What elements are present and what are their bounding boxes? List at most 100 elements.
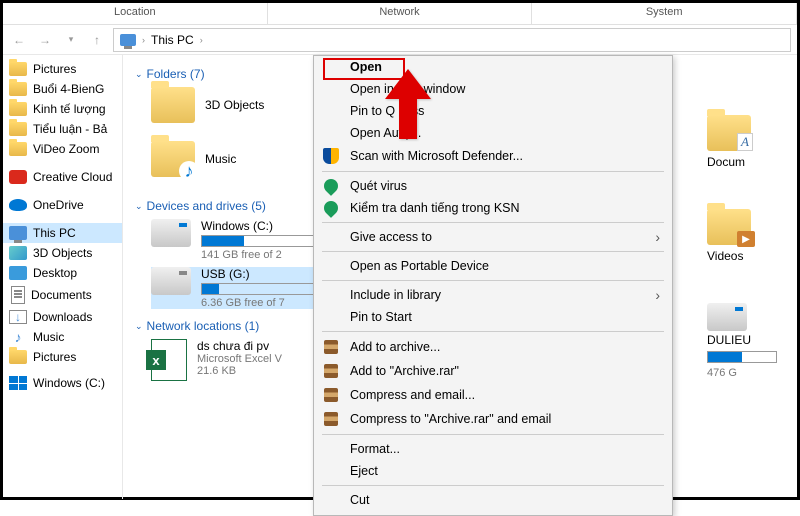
sidebar-item-desktop[interactable]: Desktop — [3, 263, 122, 283]
drive-usage-bar — [201, 235, 321, 247]
ctx-scan-virus[interactable]: Quét virus — [314, 175, 672, 197]
folder-icon — [9, 102, 27, 116]
nav-forward-icon[interactable]: → — [35, 30, 55, 50]
kaspersky-shield-icon — [321, 176, 341, 196]
sidebar-item-this-pc[interactable]: This PC — [3, 223, 122, 243]
folder-3d-objects[interactable]: 3D Objects — [151, 87, 264, 123]
ctx-label: Pin to Start — [350, 310, 412, 324]
document-icon — [11, 286, 25, 304]
collapse-icon[interactable]: ⌄ — [135, 201, 143, 212]
drive-name: Windows (C:) — [201, 219, 321, 233]
sidebar-item-folder[interactable]: Tiểu luận - Bả — [3, 119, 122, 139]
folder-documents[interactable]: Docum — [707, 115, 797, 169]
nav-dropdown-icon[interactable]: ▾ — [61, 30, 81, 50]
ctx-label: Include in library — [350, 288, 441, 302]
tab-location[interactable]: Location — [3, 3, 268, 24]
separator — [322, 280, 664, 281]
folder-icon — [151, 87, 195, 123]
folder-icon — [9, 142, 27, 156]
ctx-format[interactable]: Format... — [314, 438, 672, 460]
ctx-give-access[interactable]: Give access to› — [314, 226, 672, 248]
sidebar: Pictures Buổi 4-BienG Kinh tế lượng Tiểu… — [3, 55, 123, 499]
sidebar-label: Creative Cloud — [33, 170, 112, 184]
drive-free: 141 GB free of 2 — [201, 249, 321, 261]
folder-icon — [9, 82, 27, 96]
tab-network[interactable]: Network — [268, 3, 533, 24]
onedrive-icon — [9, 199, 27, 211]
winrar-icon — [323, 339, 339, 355]
sidebar-item-music[interactable]: ♪Music — [3, 327, 122, 347]
sidebar-label: Documents — [31, 288, 92, 302]
sidebar-label: OneDrive — [33, 198, 84, 212]
pc-icon — [9, 226, 27, 240]
ctx-add-rar[interactable]: Add to "Archive.rar" — [314, 359, 672, 383]
collapse-icon[interactable]: ⌄ — [135, 69, 143, 80]
tab-system[interactable]: System — [532, 3, 797, 24]
collapse-icon[interactable]: ⌄ — [135, 321, 143, 332]
ctx-open-new-window[interactable]: Open in new window — [314, 78, 672, 100]
nav-up-icon[interactable]: ↑ — [87, 30, 107, 50]
ctx-check-ksn[interactable]: Kiểm tra danh tiếng trong KSN — [314, 197, 672, 219]
sidebar-item-3d-objects[interactable]: 3D Objects — [3, 243, 122, 263]
drive-usage-bar — [707, 351, 777, 363]
sidebar-item-documents[interactable]: Documents — [3, 283, 122, 307]
sidebar-label: Windows (C:) — [33, 376, 105, 390]
excel-icon — [151, 339, 187, 381]
ctx-cut[interactable]: Cut — [314, 489, 672, 511]
sidebar-item-pictures[interactable]: Pictures — [3, 59, 122, 79]
sidebar-item-pictures[interactable]: Pictures — [3, 347, 122, 367]
folder-videos[interactable]: Videos — [707, 209, 797, 263]
sidebar-item-onedrive[interactable]: OneDrive — [3, 195, 122, 215]
winrar-icon — [323, 363, 339, 379]
ctx-label: Kiểm tra danh tiếng trong KSN — [350, 201, 520, 215]
ctx-open-autoplay[interactable]: Open Aut y... — [314, 122, 672, 144]
separator — [322, 485, 664, 486]
sidebar-item-folder[interactable]: Buổi 4-BienG — [3, 79, 122, 99]
ctx-compress-rar-email[interactable]: Compress to "Archive.rar" and email — [314, 407, 672, 431]
sidebar-label: Buổi 4-BienG — [33, 82, 104, 96]
separator — [322, 222, 664, 223]
sidebar-label: Tiểu luận - Bả — [33, 122, 107, 136]
ctx-label: Pin to Q cess — [350, 104, 424, 118]
sidebar-item-creative-cloud[interactable]: Creative Cloud — [3, 167, 122, 187]
nav-back-icon[interactable]: ← — [9, 30, 29, 50]
sidebar-label: Pictures — [33, 62, 76, 76]
ctx-include-library[interactable]: Include in library› — [314, 284, 672, 306]
ctx-add-archive[interactable]: Add to archive... — [314, 335, 672, 359]
sidebar-label: Music — [33, 330, 64, 344]
ctx-label: Cut — [350, 493, 369, 507]
separator — [322, 434, 664, 435]
ctx-label: Compress and email... — [350, 388, 475, 402]
kaspersky-shield-icon — [321, 198, 341, 218]
videos-folder-icon — [707, 209, 751, 245]
pc-icon — [120, 34, 136, 46]
sidebar-item-folder[interactable]: Kinh tế lượng — [3, 99, 122, 119]
breadcrumb-this-pc[interactable]: This PC — [151, 33, 194, 47]
sidebar-item-folder[interactable]: ViDeo Zoom — [3, 139, 122, 159]
ctx-label: Open — [350, 60, 382, 74]
separator — [322, 331, 664, 332]
folder-music[interactable]: Music — [151, 141, 236, 177]
ctx-open[interactable]: Open — [314, 56, 672, 78]
ctx-label: Compress to "Archive.rar" and email — [350, 412, 551, 426]
drive-dulieu[interactable]: DULIEU 476 G — [707, 303, 797, 379]
folder-label: Music — [205, 152, 236, 166]
sidebar-label: ViDeo Zoom — [33, 142, 99, 156]
ctx-scan-defender[interactable]: Scan with Microsoft Defender... — [314, 144, 672, 168]
ctx-label: Open as Portable Device — [350, 259, 489, 273]
ctx-pin-start[interactable]: Pin to Start — [314, 306, 672, 328]
ctx-pin-quick-access[interactable]: Pin to Q cess — [314, 100, 672, 122]
ctx-portable-device[interactable]: Open as Portable Device — [314, 255, 672, 277]
sidebar-item-downloads[interactable]: ↓Downloads — [3, 307, 122, 327]
sidebar-item-drive-c[interactable]: Windows (C:) — [3, 373, 122, 393]
ctx-eject[interactable]: Eject — [314, 460, 672, 482]
defender-shield-icon — [323, 148, 339, 164]
separator — [322, 171, 664, 172]
ctx-compress-email[interactable]: Compress and email... — [314, 383, 672, 407]
ctx-label: Format... — [350, 442, 400, 456]
network-location-excel[interactable]: ds chưa đi pv Microsoft Excel V 21.6 KB — [151, 339, 282, 381]
breadcrumb[interactable]: › This PC › — [113, 28, 791, 52]
drive-name: USB (G:) — [201, 267, 321, 281]
folder-label: Docum — [707, 155, 745, 169]
drive-name: DULIEU — [707, 333, 797, 347]
